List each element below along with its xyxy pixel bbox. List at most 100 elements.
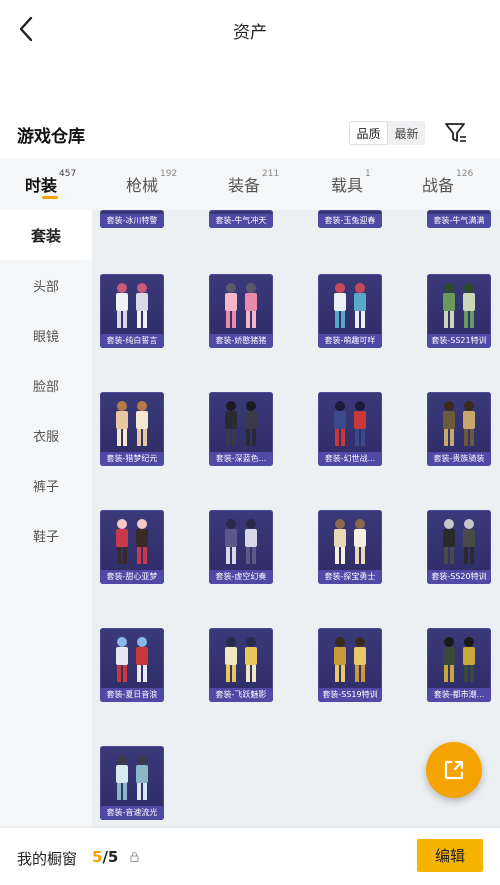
item-label: 套装-甜心亚梦 (100, 570, 164, 584)
outfit-image (116, 519, 148, 564)
item-label: 套装-虚空幻奏 (209, 570, 273, 584)
outfit-image (334, 519, 366, 564)
outfit-image (225, 637, 257, 682)
outfit-image (225, 401, 257, 446)
share-icon (444, 760, 464, 780)
outfit-image (116, 755, 148, 800)
filter-button[interactable] (444, 120, 468, 146)
item-card[interactable]: 套装-牛气满满 (427, 210, 491, 228)
item-card[interactable]: 套装-贵族骑装 (427, 392, 491, 466)
tab-label: 时装 (25, 176, 58, 195)
outfit-image (116, 637, 148, 682)
sort-newest-option[interactable]: 最新 (388, 121, 425, 145)
lock-icon (130, 852, 139, 865)
tab-vehicles[interactable]: 载具1 (331, 169, 371, 196)
tab-label: 枪械 (126, 176, 159, 195)
item-card[interactable]: 套装-虚空幻奏 (209, 510, 273, 584)
item-card[interactable]: 套装-幻世战... (318, 392, 382, 466)
sidebar-item-outfit[interactable]: 套装 (0, 210, 92, 260)
showcase-total: /5 (102, 848, 119, 866)
item-label: 套装-牛气满满 (427, 214, 491, 228)
sidebar-item-shoes[interactable]: 鞋子 (0, 510, 92, 560)
outfit-image (116, 283, 148, 328)
item-card[interactable]: 套装-纯白誓言 (100, 274, 164, 348)
top-bar: 资产 (0, 0, 500, 60)
warehouse-header: 游戏仓库 品质 最新 (0, 118, 500, 150)
outfit-image (116, 401, 148, 446)
outfit-image (334, 283, 366, 328)
category-tabs: 时装457 枪械192 装备211 载具1 战备126 (0, 158, 500, 210)
showcase-count: 5/5 (92, 848, 118, 866)
item-label: 套装-飞跃魅影 (209, 688, 273, 702)
sidebar-item-pants[interactable]: 裤子 (0, 460, 92, 510)
sidebar-item-face[interactable]: 脸部 (0, 360, 92, 410)
tab-label: 装备 (228, 176, 261, 195)
item-label: 套装-萌趣可咩 (318, 334, 382, 348)
showcase-label: 我的橱窗 (17, 850, 78, 868)
tab-count: 457 (59, 169, 77, 179)
item-card[interactable]: 套装-探宝勇士 (318, 510, 382, 584)
outfit-image (334, 401, 366, 446)
item-label: 套装-音速流光 (100, 806, 164, 820)
item-card[interactable]: 套装-夏日音浪 (100, 628, 164, 702)
item-label: 套装-探宝勇士 (318, 570, 382, 584)
item-label: 套装-牛气冲天 (209, 214, 273, 228)
edit-button[interactable]: 编辑 (417, 839, 483, 872)
sidebar: 套装 头部 眼镜 脸部 衣服 裤子 鞋子 (0, 210, 92, 828)
item-card[interactable]: 套装-音速流光 (100, 746, 164, 820)
outfit-image (443, 283, 475, 328)
outfit-image (443, 637, 475, 682)
item-card[interactable]: 套装-冰川特警 (100, 210, 164, 228)
item-label: 套装-玉兔迎春 (318, 214, 382, 228)
showcase-current: 5 (92, 848, 103, 866)
item-label: 套装-深蓝色... (209, 452, 273, 466)
item-card[interactable]: 套装-飞跃魅影 (209, 628, 273, 702)
item-card[interactable]: 套装-深蓝色... (209, 392, 273, 466)
item-label: 套装-娇憨猪猪 (209, 334, 273, 348)
sort-toggle: 品质 最新 (349, 121, 425, 145)
item-label: 套装-SS20特训 (427, 570, 491, 584)
item-card[interactable]: 套装-牛气冲天 (209, 210, 273, 228)
outfit-image (443, 401, 475, 446)
tab-fashion[interactable]: 时装457 (25, 169, 77, 196)
item-grid: 套装-冰川特警 套装-牛气冲天 套装-玉兔迎春 套装-牛气满满套装-纯白誓言 套装-娇憨… (92, 210, 500, 828)
item-card[interactable]: 套装-萌趣可咩 (318, 274, 382, 348)
item-label: 套装-夏日音浪 (100, 688, 164, 702)
tab-equipment[interactable]: 装备211 (228, 169, 280, 196)
tab-weapons[interactable]: 枪械192 (126, 169, 178, 196)
tab-label: 载具 (331, 176, 364, 195)
item-card[interactable]: 套装-SS19特训 (318, 628, 382, 702)
item-card[interactable]: 套装-玉兔迎春 (318, 210, 382, 228)
page-title: 资产 (233, 23, 267, 43)
warehouse-title: 游戏仓库 (17, 127, 85, 147)
item-label: 套装-冰川特警 (100, 214, 164, 228)
item-card[interactable]: 套装-都市潮... (427, 628, 491, 702)
outfit-image (334, 637, 366, 682)
outfit-image (225, 283, 257, 328)
share-button[interactable] (426, 742, 482, 798)
outfit-image (443, 519, 475, 564)
tab-label: 战备 (422, 176, 455, 195)
item-label: 套装-SS19特训 (318, 688, 382, 702)
item-card[interactable]: 套装-SS21特训 (427, 274, 491, 348)
item-card[interactable]: 套装-甜心亚梦 (100, 510, 164, 584)
item-card[interactable]: 套装-SS20特训 (427, 510, 491, 584)
item-card[interactable]: 套装-猎梦纪元 (100, 392, 164, 466)
sidebar-item-head[interactable]: 头部 (0, 260, 92, 310)
bottom-bar: 我的橱窗 5/5 编辑 (0, 828, 500, 885)
item-label: 套装-纯白誓言 (100, 334, 164, 348)
tab-count: 211 (262, 169, 280, 179)
item-label: 套装-都市潮... (427, 688, 491, 702)
sidebar-item-clothes[interactable]: 衣服 (0, 410, 92, 460)
sidebar-item-glasses[interactable]: 眼镜 (0, 310, 92, 360)
item-label: 套装-猎梦纪元 (100, 452, 164, 466)
active-tab-indicator (42, 196, 58, 199)
item-card[interactable]: 套装-娇憨猪猪 (209, 274, 273, 348)
tab-gear[interactable]: 战备126 (422, 169, 473, 196)
filter-icon (445, 123, 466, 142)
item-label: 套装-幻世战... (318, 452, 382, 466)
sort-quality-option[interactable]: 品质 (349, 121, 388, 145)
tab-count: 192 (160, 169, 178, 179)
item-label: 套装-SS21特训 (427, 334, 491, 348)
tab-count: 1 (365, 169, 371, 179)
